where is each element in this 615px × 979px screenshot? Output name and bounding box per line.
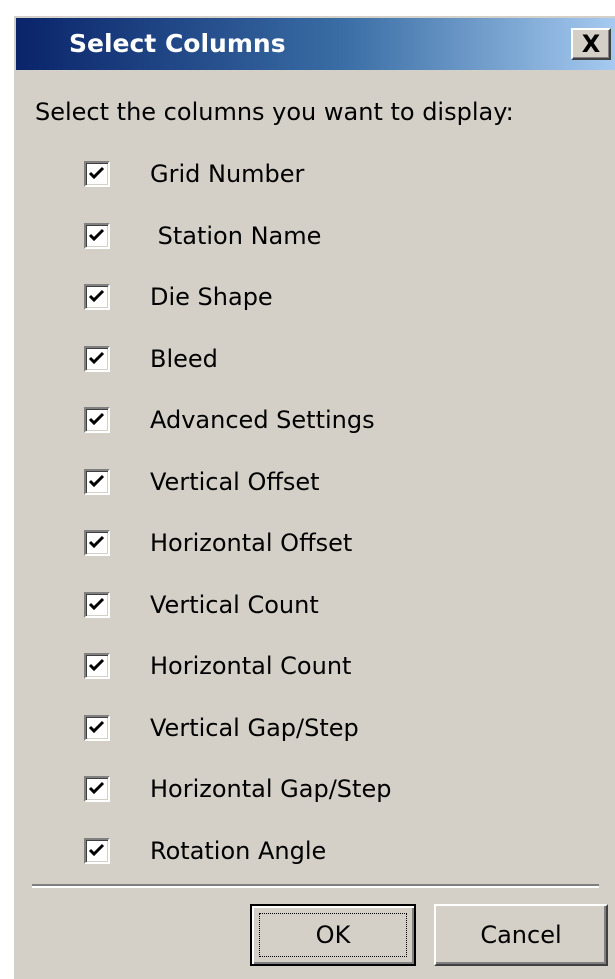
checkmark-icon xyxy=(88,474,105,487)
instruction-text: Select the columns you want to display: xyxy=(35,98,514,126)
column-option[interactable]: Bleed xyxy=(84,335,391,397)
ok-button[interactable]: OK xyxy=(250,904,416,966)
column-label[interactable]: Vertical Count xyxy=(150,589,319,621)
column-option[interactable]: Horizontal Count xyxy=(84,642,391,704)
select-columns-dialog: Select Columns X Select the columns you … xyxy=(12,14,615,979)
checkmark-icon xyxy=(88,597,105,610)
column-checkbox[interactable] xyxy=(84,345,110,372)
column-label[interactable]: Vertical Offset xyxy=(150,466,320,498)
column-checkbox[interactable] xyxy=(84,407,110,433)
separator xyxy=(32,884,599,888)
column-checkbox[interactable] xyxy=(84,653,110,679)
column-option[interactable]: Rotation Angle xyxy=(84,827,391,889)
column-label[interactable]: Bleed xyxy=(150,343,218,375)
column-label[interactable]: Station Name xyxy=(150,220,322,252)
column-option[interactable]: Grid Number xyxy=(84,150,391,212)
column-option[interactable]: Vertical Gap/Step xyxy=(84,704,391,766)
column-checkbox[interactable] xyxy=(84,222,110,249)
column-checklist: Grid Number Station Name Die Shape Bleed… xyxy=(84,150,391,888)
checkmark-icon xyxy=(88,720,105,733)
column-option[interactable]: Horizontal Gap/Step xyxy=(84,765,391,827)
checkmark-icon xyxy=(88,289,105,303)
column-label[interactable]: Die Shape xyxy=(150,281,273,313)
close-button[interactable]: X xyxy=(571,28,611,60)
column-label[interactable]: Grid Number xyxy=(150,158,304,190)
close-icon: X xyxy=(581,29,601,58)
column-option[interactable]: Station Name xyxy=(84,212,391,274)
column-label[interactable]: Horizontal Offset xyxy=(150,527,352,559)
column-option[interactable]: Advanced Settings xyxy=(84,396,391,458)
column-label[interactable]: Vertical Gap/Step xyxy=(150,712,359,744)
column-label[interactable]: Rotation Angle xyxy=(150,835,326,867)
column-checkbox[interactable] xyxy=(84,468,110,495)
checkmark-icon xyxy=(88,781,105,795)
title-bar[interactable]: Select Columns X xyxy=(16,18,615,70)
checkmark-icon xyxy=(88,228,105,241)
column-option[interactable]: Horizontal Offset xyxy=(84,519,391,581)
column-checkbox[interactable] xyxy=(84,284,110,310)
dialog-title: Select Columns xyxy=(69,29,286,58)
ok-button-label: OK xyxy=(259,913,407,957)
column-checkbox[interactable] xyxy=(84,591,110,618)
column-checkbox[interactable] xyxy=(84,161,110,187)
column-option[interactable]: Die Shape xyxy=(84,273,391,335)
column-option[interactable]: Vertical Offset xyxy=(84,458,391,520)
column-option[interactable]: Vertical Count xyxy=(84,581,391,643)
column-label[interactable]: Advanced Settings xyxy=(150,404,375,436)
checkmark-icon xyxy=(88,351,105,364)
checkmark-icon xyxy=(88,658,105,672)
column-label[interactable]: Horizontal Count xyxy=(150,650,351,682)
column-checkbox[interactable] xyxy=(84,714,110,741)
checkmark-icon xyxy=(88,412,105,426)
column-checkbox[interactable] xyxy=(84,837,110,864)
checkmark-icon xyxy=(88,843,105,856)
column-checkbox[interactable] xyxy=(84,530,110,556)
cancel-button[interactable]: Cancel xyxy=(434,904,608,966)
column-label[interactable]: Horizontal Gap/Step xyxy=(150,773,391,805)
column-checkbox[interactable] xyxy=(84,776,110,802)
checkmark-icon xyxy=(88,166,105,180)
checkmark-icon xyxy=(88,535,105,549)
